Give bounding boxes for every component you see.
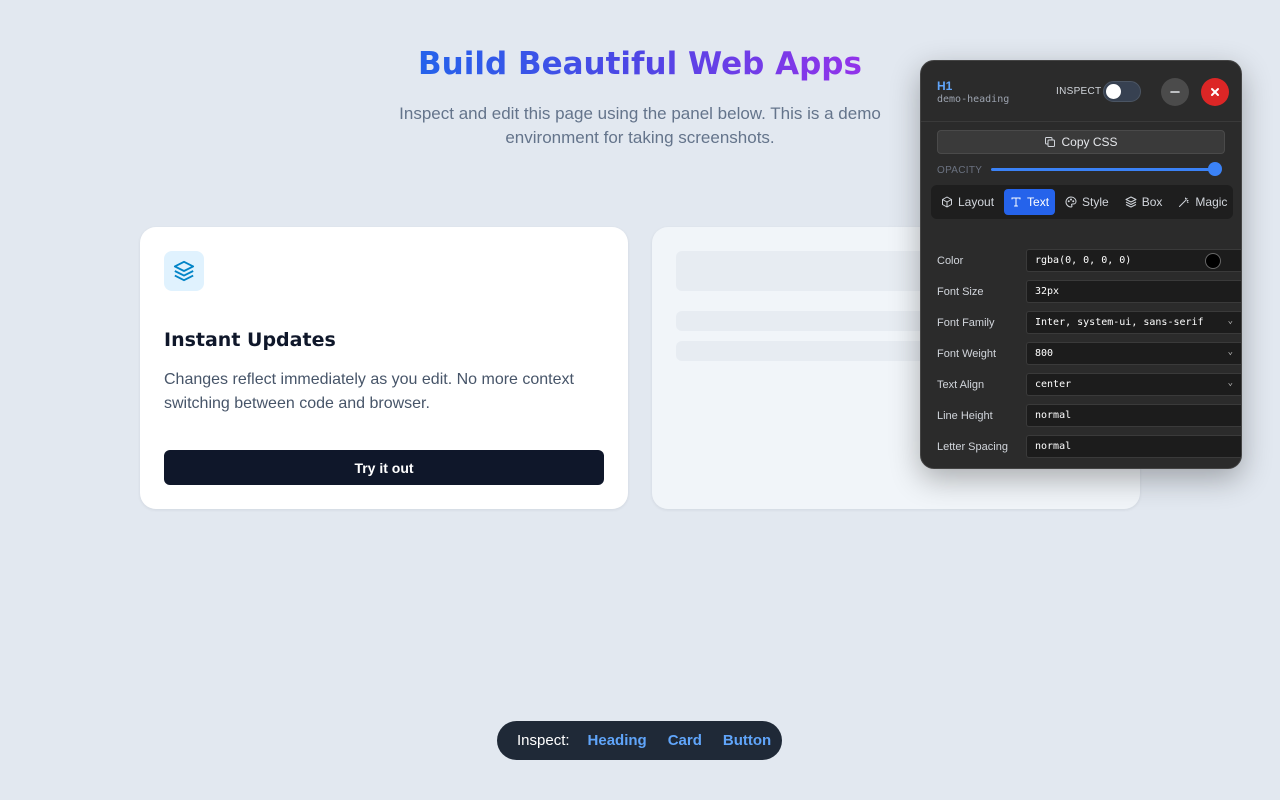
copy-css-label: Copy CSS bbox=[1061, 135, 1118, 149]
property-label: Color bbox=[937, 254, 964, 267]
property-row-color: Color rgba(0, 0, 0, 0) bbox=[937, 245, 1241, 276]
property-label: Font Family bbox=[937, 316, 995, 329]
page-title: Build Beautiful Web Apps bbox=[418, 40, 862, 88]
inspect-heading-link[interactable]: Heading bbox=[588, 732, 647, 749]
opacity-slider-track[interactable] bbox=[991, 168, 1215, 171]
palette-icon bbox=[1065, 196, 1077, 208]
element-id: demo-heading bbox=[937, 94, 1010, 105]
chevron-down-icon: ⌄ bbox=[1227, 378, 1233, 388]
card-description: Changes reflect immediately as you edit.… bbox=[164, 371, 574, 412]
property-value: center bbox=[1035, 379, 1072, 390]
property-row-font-family: Font Family Inter, system-ui, sans-serif… bbox=[937, 307, 1241, 338]
property-value: normal bbox=[1035, 441, 1072, 452]
inspect-card-link[interactable]: Card bbox=[668, 732, 702, 749]
tab-magic[interactable]: Magic bbox=[1172, 189, 1233, 215]
property-label: Font Weight bbox=[937, 347, 997, 360]
element-tag: H1 bbox=[937, 79, 953, 93]
letter-spacing-input[interactable]: normal bbox=[1026, 435, 1241, 458]
property-row-text-align: Text Align center ⌄ bbox=[937, 369, 1241, 400]
minimize-button[interactable] bbox=[1161, 78, 1189, 106]
property-value: rgba(0, 0, 0, 0) bbox=[1035, 255, 1132, 266]
color-swatch[interactable] bbox=[1205, 253, 1221, 269]
property-row-font-weight: Font Weight 800 ⌄ bbox=[937, 338, 1241, 369]
close-button[interactable] bbox=[1201, 78, 1229, 106]
tab-label: Box bbox=[1141, 195, 1163, 209]
property-label: Letter Spacing bbox=[937, 440, 1008, 453]
tab-label: Magic bbox=[1195, 195, 1228, 209]
tab-label: Text bbox=[1027, 195, 1050, 209]
property-row-letter-spacing: Letter Spacing normal bbox=[937, 431, 1241, 462]
inspect-bar: Inspect: Heading Card Button bbox=[497, 721, 782, 760]
font-size-input[interactable]: 32px bbox=[1026, 280, 1241, 303]
property-row-font-size: Font Size 32px bbox=[937, 276, 1241, 307]
minus-icon bbox=[1170, 91, 1180, 93]
tab-text[interactable]: Text bbox=[1004, 189, 1056, 215]
inspect-button-link[interactable]: Button bbox=[723, 732, 771, 749]
tab-layout[interactable]: Layout bbox=[935, 189, 1000, 215]
panel-header[interactable]: H1 demo-heading INSPECT bbox=[921, 61, 1241, 122]
try-it-out-button[interactable]: Try it out bbox=[164, 450, 604, 485]
opacity-label: OPACITY bbox=[937, 165, 983, 176]
text-icon bbox=[1011, 197, 1021, 207]
property-value: 32px bbox=[1035, 286, 1060, 297]
tab-style[interactable]: Style bbox=[1059, 189, 1115, 215]
copy-icon bbox=[1045, 137, 1056, 147]
text-align-select[interactable]: center ⌄ bbox=[1026, 373, 1241, 396]
tab-label: Layout bbox=[958, 195, 995, 209]
feature-card: Instant Updates Changes reflect immediat… bbox=[140, 227, 628, 509]
chevron-down-icon: ⌄ bbox=[1227, 316, 1233, 326]
close-icon bbox=[1211, 88, 1219, 96]
panel-tabs: Layout Text Style Box Magic bbox=[931, 185, 1233, 219]
property-value: Inter, system-ui, sans-serif bbox=[1035, 317, 1204, 328]
property-label: Text Align bbox=[937, 378, 985, 391]
cube-icon bbox=[942, 196, 952, 208]
wand-icon bbox=[1179, 197, 1189, 207]
color-input[interactable]: rgba(0, 0, 0, 0) bbox=[1026, 249, 1241, 272]
inspector-panel: H1 demo-heading INSPECT Copy CSS OPACITY… bbox=[920, 60, 1242, 469]
property-label: Line Height bbox=[937, 409, 993, 422]
font-family-select[interactable]: Inter, system-ui, sans-serif ⌄ bbox=[1026, 311, 1241, 334]
inspect-toggle-label: INSPECT bbox=[1056, 86, 1102, 97]
card-title: Instant Updates bbox=[164, 329, 336, 351]
layers-icon bbox=[164, 251, 204, 291]
chevron-down-icon: ⌄ bbox=[1227, 347, 1233, 357]
opacity-slider-handle[interactable] bbox=[1208, 162, 1222, 176]
inspect-bar-label: Inspect: bbox=[517, 732, 570, 749]
property-list: Color rgba(0, 0, 0, 0) Font Size 32px Fo… bbox=[937, 245, 1241, 462]
copy-css-button[interactable]: Copy CSS bbox=[937, 130, 1225, 154]
property-label: Font Size bbox=[937, 285, 984, 298]
layers-icon bbox=[1125, 196, 1137, 208]
property-value: normal bbox=[1035, 410, 1072, 421]
toggle-knob bbox=[1106, 84, 1121, 99]
page-subtitle: Inspect and edit this page using the pan… bbox=[399, 104, 881, 147]
tab-label: Style bbox=[1082, 195, 1109, 209]
inspect-toggle[interactable] bbox=[1103, 81, 1141, 102]
property-row-line-height: Line Height normal bbox=[937, 400, 1241, 431]
font-weight-select[interactable]: 800 ⌄ bbox=[1026, 342, 1241, 365]
tab-box[interactable]: Box bbox=[1119, 189, 1169, 215]
line-height-input[interactable]: normal bbox=[1026, 404, 1241, 427]
property-value: 800 bbox=[1035, 348, 1054, 359]
